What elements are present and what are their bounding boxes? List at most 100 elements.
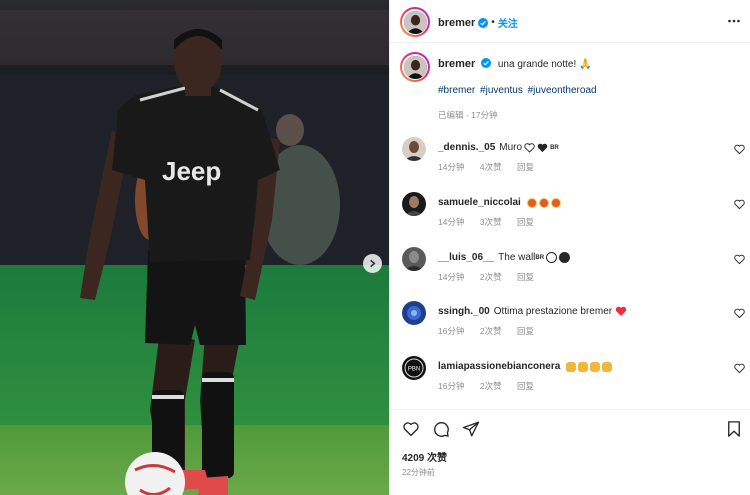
caption-hashtags: #bremer #juventus #juveontheroad	[438, 85, 599, 96]
comment-line: samuele_niccolai	[438, 197, 561, 208]
comment-bubble-icon[interactable]	[432, 420, 450, 438]
verified-badge-icon	[478, 17, 489, 28]
comment-line: lamiapassionebianconera	[438, 361, 613, 372]
comment-item: _dennis._05 Muro BR 14分钟 4次赞 回复	[390, 137, 750, 187]
avatar-image	[403, 55, 427, 79]
heart-eyes-emoji-icon	[526, 197, 537, 208]
share-send-icon[interactable]	[462, 420, 480, 438]
header-avatar[interactable]	[400, 7, 430, 37]
avatar-image	[402, 192, 426, 216]
comment-likes[interactable]: 2次赞	[480, 381, 502, 391]
avatar-image	[402, 301, 426, 325]
caption-avatar[interactable]	[400, 52, 430, 82]
comment-username[interactable]: lamiapassionebianconera	[438, 361, 560, 372]
comment-item: __luis_06__ The wall BR 14分钟 2次赞 回复	[390, 247, 750, 297]
comment-text: Ottima prestazione bremer	[493, 306, 613, 317]
comment-time: 16分钟	[438, 381, 465, 391]
caption-time: 17分钟	[471, 110, 498, 120]
comment-time: 14分钟	[438, 217, 465, 227]
avatar-image: PBN	[402, 356, 426, 380]
reply-button[interactable]: 回复	[517, 162, 534, 172]
header-username[interactable]: bremer	[438, 17, 475, 29]
reply-button[interactable]: 回复	[517, 272, 534, 282]
comment-meta: 14分钟 4次赞 回复	[438, 161, 547, 173]
clap-emoji-icon	[578, 361, 589, 372]
header-user: bremer • 关注	[438, 15, 518, 31]
comment-username[interactable]: __luis_06__	[438, 252, 494, 263]
comment-meta: 14分钟 3次赞 回复	[438, 216, 547, 228]
comment-username[interactable]: samuele_niccolai	[438, 197, 521, 208]
caption-message: una grande notte! 🙏	[497, 59, 592, 70]
likes-count[interactable]: 4209 次赞	[402, 449, 447, 464]
comment-username[interactable]: ssingh._00	[438, 306, 490, 317]
heart-eyes-emoji-icon	[538, 197, 549, 208]
reply-button[interactable]: 回复	[517, 217, 534, 227]
post-panel: bremer • 关注 bremer una grande notte! 🙏 #…	[389, 0, 750, 495]
heart-outline-icon[interactable]	[734, 308, 745, 319]
svg-text:PBN: PBN	[408, 367, 420, 373]
hashtag-link[interactable]: #juventus	[480, 85, 523, 96]
comment-avatar[interactable]: PBN	[402, 356, 426, 380]
white-circle-icon	[546, 252, 558, 263]
header-separator: •	[491, 17, 495, 28]
chevron-right-icon	[370, 259, 376, 268]
post-time: 22分钟前	[402, 468, 435, 477]
reply-button[interactable]: 回复	[517, 326, 534, 336]
comment-likes[interactable]: 2次赞	[480, 272, 502, 282]
heart-outline-icon[interactable]	[734, 363, 745, 374]
caption-meta: 已编辑 · 17分钟	[438, 109, 498, 121]
comment-text: Muro	[499, 142, 523, 153]
bookmark-icon	[728, 421, 740, 437]
like-heart-icon[interactable]	[402, 420, 420, 438]
comment-likes[interactable]: 3次赞	[480, 217, 502, 227]
comment-likes[interactable]: 2次赞	[480, 326, 502, 336]
verified-badge-icon	[481, 58, 492, 68]
comment-time: 14分钟	[438, 162, 465, 172]
comment-avatar[interactable]	[402, 137, 426, 161]
comment-item: samuele_niccolai 14分钟 3次赞 回复	[390, 192, 750, 242]
heart-eyes-emoji-icon	[550, 197, 561, 208]
heart-outline-icon[interactable]	[734, 254, 745, 265]
heart-outline-icon[interactable]	[734, 199, 745, 210]
meta-separator: ·	[465, 110, 469, 120]
heart-outline-icon[interactable]	[734, 144, 745, 155]
hashtag-link[interactable]: #bremer	[438, 85, 475, 96]
caption-username[interactable]: bremer	[438, 58, 475, 70]
post-photo[interactable]: Jeep	[0, 0, 389, 495]
caption-text-row: bremer una grande notte! 🙏	[438, 58, 592, 71]
avatar-image	[402, 137, 426, 161]
flag-br-text: BR	[535, 254, 545, 261]
save-button[interactable]	[725, 420, 743, 438]
black-circle-icon	[559, 252, 571, 263]
jersey-text: Jeep	[162, 156, 221, 186]
player-photo: Jeep	[0, 0, 389, 495]
red-heart-icon	[615, 306, 627, 316]
more-horizontal-icon[interactable]	[727, 14, 741, 28]
comment-avatar[interactable]	[402, 301, 426, 325]
clap-emoji-icon	[590, 361, 601, 372]
reply-button[interactable]: 回复	[517, 381, 534, 391]
comment-line: __luis_06__ The wall BR	[438, 252, 571, 263]
comment-line: ssingh._00 Ottima prestazione bremer	[438, 306, 627, 317]
post-footer: 4209 次赞 22分钟前	[390, 409, 750, 495]
clap-emoji-icon	[602, 361, 613, 372]
avatar-image	[403, 10, 427, 34]
edited-label: 已编辑	[438, 110, 464, 120]
action-bar	[402, 420, 480, 438]
comment-avatar[interactable]	[402, 247, 426, 271]
clap-emoji-icon	[566, 361, 577, 372]
black-heart-icon	[537, 143, 548, 152]
comment-avatar[interactable]	[402, 192, 426, 216]
follow-button[interactable]: 关注	[498, 15, 518, 30]
comment-meta: 16分钟 2次赞 回复	[438, 325, 547, 337]
comment-meta: 14分钟 2次赞 回复	[438, 271, 547, 283]
comment-time: 14分钟	[438, 272, 465, 282]
white-heart-icon	[524, 142, 535, 153]
comment-item: ssingh._00 Ottima prestazione bremer 16分…	[390, 301, 750, 351]
hashtag-link[interactable]: #juveontheroad	[528, 85, 597, 96]
comment-meta: 16分钟 2次赞 回复	[438, 380, 547, 392]
next-image-button[interactable]	[363, 254, 382, 273]
comment-username[interactable]: _dennis._05	[438, 142, 495, 153]
comment-item: PBN lamiapassionebianconera 16分钟 2次赞 回复	[390, 356, 750, 406]
comment-likes[interactable]: 4次赞	[480, 162, 502, 172]
